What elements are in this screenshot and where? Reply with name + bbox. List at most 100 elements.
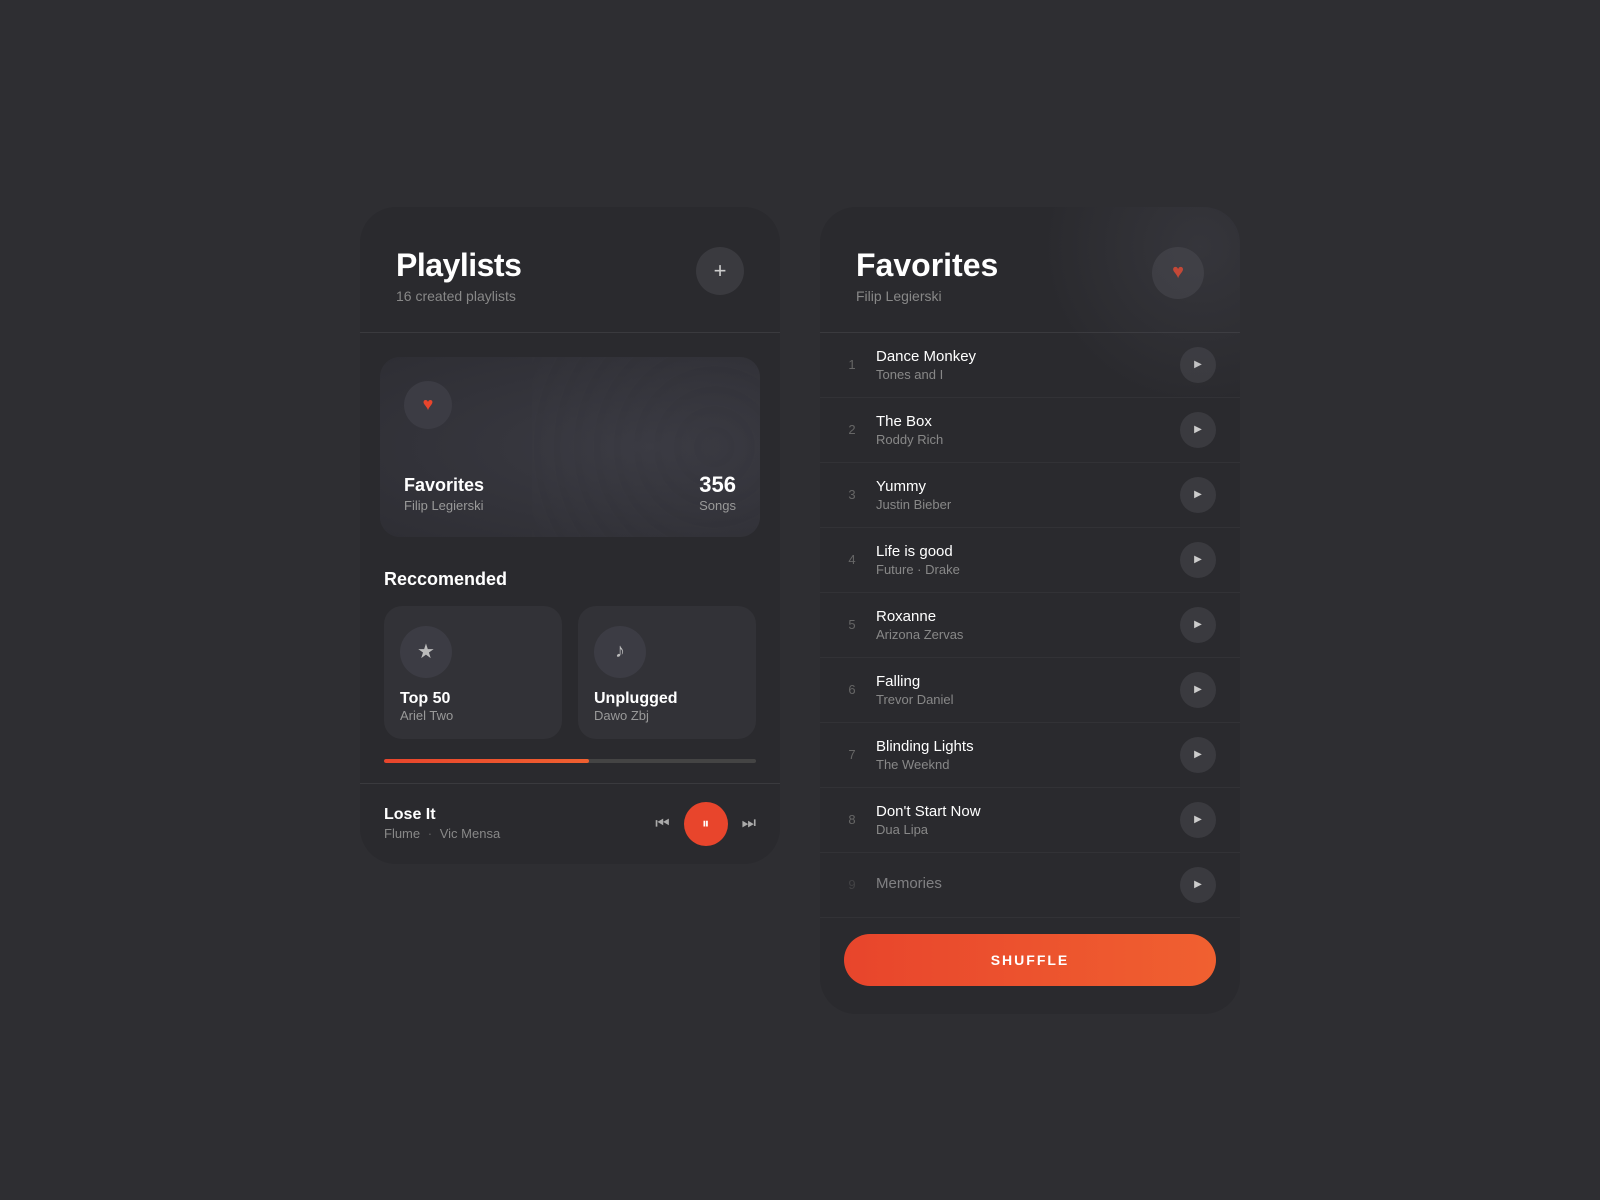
song-info-8: Don't Start Now Dua Lipa — [876, 803, 1164, 837]
pause-button[interactable]: ⏸ — [684, 802, 728, 846]
song-num-9: 9 — [844, 877, 860, 892]
song-play-button-6[interactable]: ▶ — [1180, 672, 1216, 708]
plus-icon: + — [714, 258, 727, 284]
song-artist-3: Justin Bieber — [876, 497, 1164, 512]
song-item-3: 3 Yummy Justin Bieber ▶ — [820, 463, 1240, 528]
song-title-2: The Box — [876, 413, 1164, 430]
song-info-3: Yummy Justin Bieber — [876, 478, 1164, 512]
favorites-header: Favorites Filip Legierski ♥ — [820, 207, 1240, 333]
unplugged-icon-circle: ♪ — [594, 626, 646, 678]
now-playing: Lose It Flume · Vic Mensa ⏮ ⏸ ⏭ — [360, 784, 780, 864]
now-playing-info: Lose It Flume · Vic Mensa — [384, 806, 500, 841]
favorites-panel: Favorites Filip Legierski ♥ 1 Dance Monk… — [820, 207, 1240, 1014]
song-item-2: 2 The Box Roddy Rich ▶ — [820, 398, 1240, 463]
playlists-header-text: Playlists 16 created playlists — [396, 247, 521, 304]
song-play-button-1[interactable]: ▶ — [1180, 347, 1216, 383]
song-item-5: 5 Roxanne Arizona Zervas ▶ — [820, 593, 1240, 658]
favorites-card[interactable]: ♥ Favorites Filip Legierski 356 Songs — [380, 357, 760, 537]
recommended-title: Reccomended — [384, 569, 756, 590]
recommended-cards: ★ Top 50 Ariel Two ♪ Unplugged Dawo Zbj — [384, 606, 756, 739]
song-artist-2: Roddy Rich — [876, 432, 1164, 447]
rec-card-unplugged[interactable]: ♪ Unplugged Dawo Zbj — [578, 606, 756, 739]
favorites-count-num: 356 — [699, 472, 736, 498]
top50-icon-circle: ★ — [400, 626, 452, 678]
progress-section — [360, 759, 780, 784]
song-info-5: Roxanne Arizona Zervas — [876, 608, 1164, 642]
song-title-4: Life is good — [876, 543, 1164, 560]
song-play-button-7[interactable]: ▶ — [1180, 737, 1216, 773]
song-info-7: Blinding Lights The Weeknd — [876, 738, 1164, 772]
now-playing-artist1: Flume — [384, 826, 420, 841]
now-playing-artist2: Vic Mensa — [440, 826, 500, 841]
song-title-6: Falling — [876, 673, 1164, 690]
song-info-9: Memories — [876, 875, 1164, 894]
song-play-button-5[interactable]: ▶ — [1180, 607, 1216, 643]
fast-forward-button[interactable]: ⏭ — [742, 815, 756, 833]
song-play-button-2[interactable]: ▶ — [1180, 412, 1216, 448]
song-title-8: Don't Start Now — [876, 803, 1164, 820]
unplugged-info: Unplugged Dawo Zbj — [594, 690, 740, 723]
song-item-6: 6 Falling Trevor Daniel ▶ — [820, 658, 1240, 723]
song-info-1: Dance Monkey Tones and I — [876, 348, 1164, 382]
song-num-4: 4 — [844, 552, 860, 567]
favorites-owner: Filip Legierski — [404, 498, 484, 513]
favorites-panel-owner: Filip Legierski — [856, 288, 998, 304]
song-title-7: Blinding Lights — [876, 738, 1164, 755]
favorites-count-label: Songs — [699, 498, 736, 513]
song-item-8: 8 Don't Start Now Dua Lipa ▶ — [820, 788, 1240, 853]
heart-filled-icon: ♥ — [1172, 261, 1184, 284]
song-play-button-9[interactable]: ▶ — [1180, 867, 1216, 903]
song-artist-4: Future · Drake — [876, 562, 1164, 577]
favorites-name: Favorites — [404, 475, 484, 496]
favorites-count: 356 Songs — [699, 472, 736, 513]
song-num-2: 2 — [844, 422, 860, 437]
playlists-panel: Playlists 16 created playlists + ♥ Favor… — [360, 207, 780, 864]
song-artist-1: Tones and I — [876, 367, 1164, 382]
song-num-6: 6 — [844, 682, 860, 697]
song-item-4: 4 Life is good Future · Drake ▶ — [820, 528, 1240, 593]
song-num-7: 7 — [844, 747, 860, 762]
song-item-7: 7 Blinding Lights The Weeknd ▶ — [820, 723, 1240, 788]
recommended-section: Reccomended ★ Top 50 Ariel Two ♪ — [360, 561, 780, 759]
top50-name: Top 50 — [400, 690, 546, 708]
favorites-card-bottom: Favorites Filip Legierski 356 Songs — [404, 472, 736, 513]
favorites-heart-button[interactable]: ♥ — [1152, 247, 1204, 299]
song-num-5: 5 — [844, 617, 860, 632]
unplugged-name: Unplugged — [594, 690, 740, 708]
song-num-8: 8 — [844, 812, 860, 827]
favorites-panel-title: Favorites — [856, 247, 998, 284]
top50-owner: Ariel Two — [400, 708, 546, 723]
playlists-header: Playlists 16 created playlists + — [360, 207, 780, 333]
top50-info: Top 50 Ariel Two — [400, 690, 546, 723]
guitar-icon: ♪ — [615, 640, 625, 663]
song-info-6: Falling Trevor Daniel — [876, 673, 1164, 707]
favorites-card-content: ♥ Favorites Filip Legierski 356 Songs — [380, 357, 760, 537]
song-num-3: 3 — [844, 487, 860, 502]
song-play-button-8[interactable]: ▶ — [1180, 802, 1216, 838]
rec-card-top50[interactable]: ★ Top 50 Ariel Two — [384, 606, 562, 739]
shuffle-button[interactable]: SHUFFLE — [844, 934, 1216, 986]
dot-separator: · — [428, 826, 432, 841]
now-playing-title: Lose It — [384, 806, 500, 824]
playback-controls: ⏮ ⏸ ⏭ — [655, 802, 756, 846]
song-play-button-4[interactable]: ▶ — [1180, 542, 1216, 578]
song-artist-8: Dua Lipa — [876, 822, 1164, 837]
favorites-info: Favorites Filip Legierski — [404, 475, 484, 513]
song-title-5: Roxanne — [876, 608, 1164, 625]
song-play-button-3[interactable]: ▶ — [1180, 477, 1216, 513]
now-playing-artist: Flume · Vic Mensa — [384, 826, 500, 841]
song-info-4: Life is good Future · Drake — [876, 543, 1164, 577]
playlists-title: Playlists — [396, 247, 521, 284]
rewind-button[interactable]: ⏮ — [655, 815, 669, 833]
pause-icon: ⏸ — [702, 815, 709, 832]
add-playlist-button[interactable]: + — [696, 247, 744, 295]
song-info-2: The Box Roddy Rich — [876, 413, 1164, 447]
playlists-subtitle: 16 created playlists — [396, 288, 521, 304]
song-num-1: 1 — [844, 357, 860, 372]
song-artist-5: Arizona Zervas — [876, 627, 1164, 642]
progress-bar-track[interactable] — [384, 759, 756, 763]
song-artist-6: Trevor Daniel — [876, 692, 1164, 707]
favorites-heart-circle: ♥ — [404, 381, 452, 429]
song-title-9: Memories — [876, 875, 1164, 892]
song-item-9: 9 Memories ▶ — [820, 853, 1240, 918]
